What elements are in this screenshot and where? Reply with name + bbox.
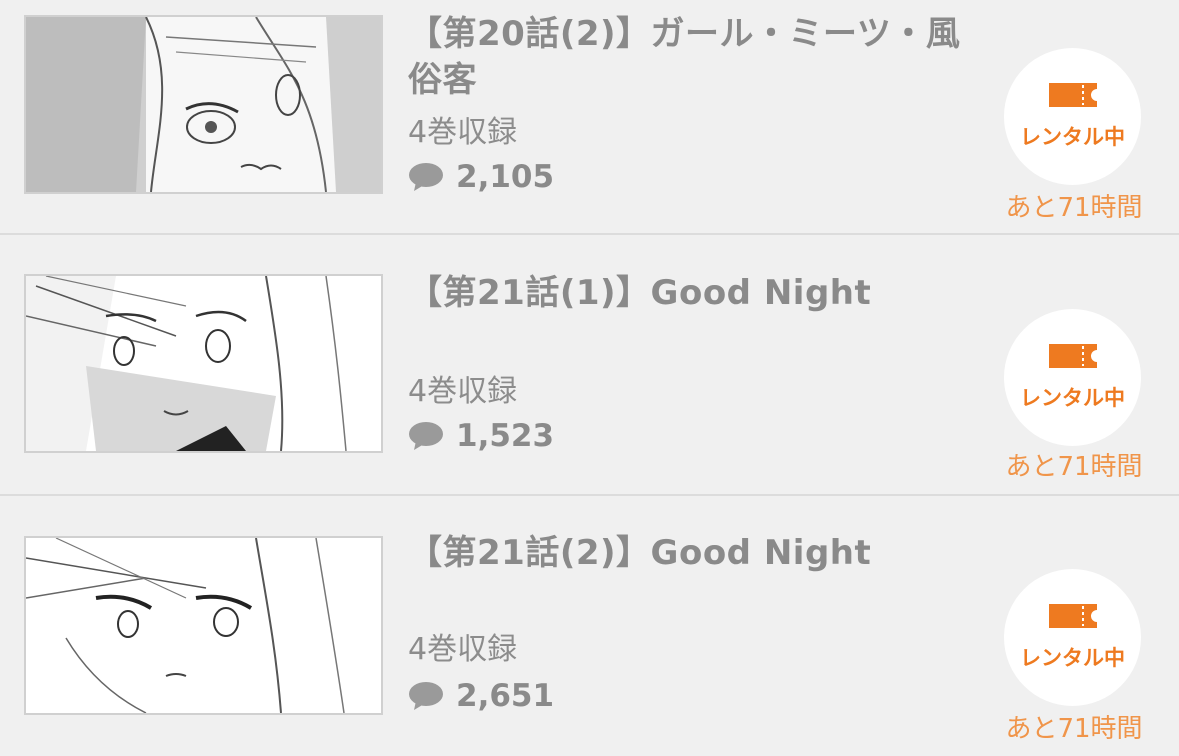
manga-panel-image [26, 538, 381, 713]
comment-bubble-icon [409, 422, 443, 450]
rental-status-label: レンタル中 [1020, 385, 1125, 410]
episode-list: 【第20話(2)】ガール・ミーツ・風俗客 4巻収録 2,105 レンタル中 あと… [0, 0, 1179, 744]
comment-bubble-icon [409, 163, 443, 191]
episode-thumbnail[interactable] [24, 536, 383, 715]
comment-count-group: 1,523 [408, 416, 554, 456]
ticket-icon [1048, 343, 1097, 368]
comment-count-group: 2,651 [408, 676, 554, 716]
ticket-icon [1048, 82, 1097, 107]
rental-status-label: レンタル中 [1020, 645, 1125, 670]
rental-badge[interactable]: レンタル中 [1004, 48, 1141, 185]
volume-label: 4巻収録 [408, 374, 518, 409]
episode-thumbnail[interactable] [24, 274, 383, 453]
rental-status-label: レンタル中 [1020, 124, 1125, 149]
episode-row[interactable]: 【第21話(2)】Good Night 4巻収録 2,651 レンタル中 あと7… [0, 496, 1179, 756]
comment-count: 2,651 [456, 678, 555, 714]
comment-count-group: 2,105 [408, 157, 554, 197]
volume-label: 4巻収録 [408, 115, 518, 150]
episode-title[interactable]: 【第20話(2)】ガール・ミーツ・風俗客 [408, 11, 968, 103]
episode-row[interactable]: 【第20話(2)】ガール・ミーツ・風俗客 4巻収録 2,105 レンタル中 あと… [0, 0, 1179, 235]
rental-badge[interactable]: レンタル中 [1004, 309, 1141, 446]
remaining-time: あと71時間 [1005, 193, 1143, 223]
remaining-time: あと71時間 [1005, 452, 1143, 482]
episode-title[interactable]: 【第21話(1)】Good Night [408, 270, 968, 316]
rental-badge[interactable]: レンタル中 [1004, 569, 1141, 706]
ticket-icon [1048, 603, 1097, 628]
manga-panel-image [26, 276, 381, 451]
episode-row[interactable]: 【第21話(1)】Good Night 4巻収録 1,523 レンタル中 あと7… [0, 236, 1179, 496]
volume-label: 4巻収録 [408, 632, 518, 667]
comment-count: 2,105 [456, 159, 555, 195]
comment-bubble-icon [409, 682, 443, 710]
comment-count: 1,523 [456, 418, 555, 454]
manga-panel-image [26, 17, 381, 192]
row-divider [0, 233, 1179, 235]
episode-thumbnail[interactable] [24, 15, 383, 194]
episode-title[interactable]: 【第21話(2)】Good Night [408, 530, 968, 576]
